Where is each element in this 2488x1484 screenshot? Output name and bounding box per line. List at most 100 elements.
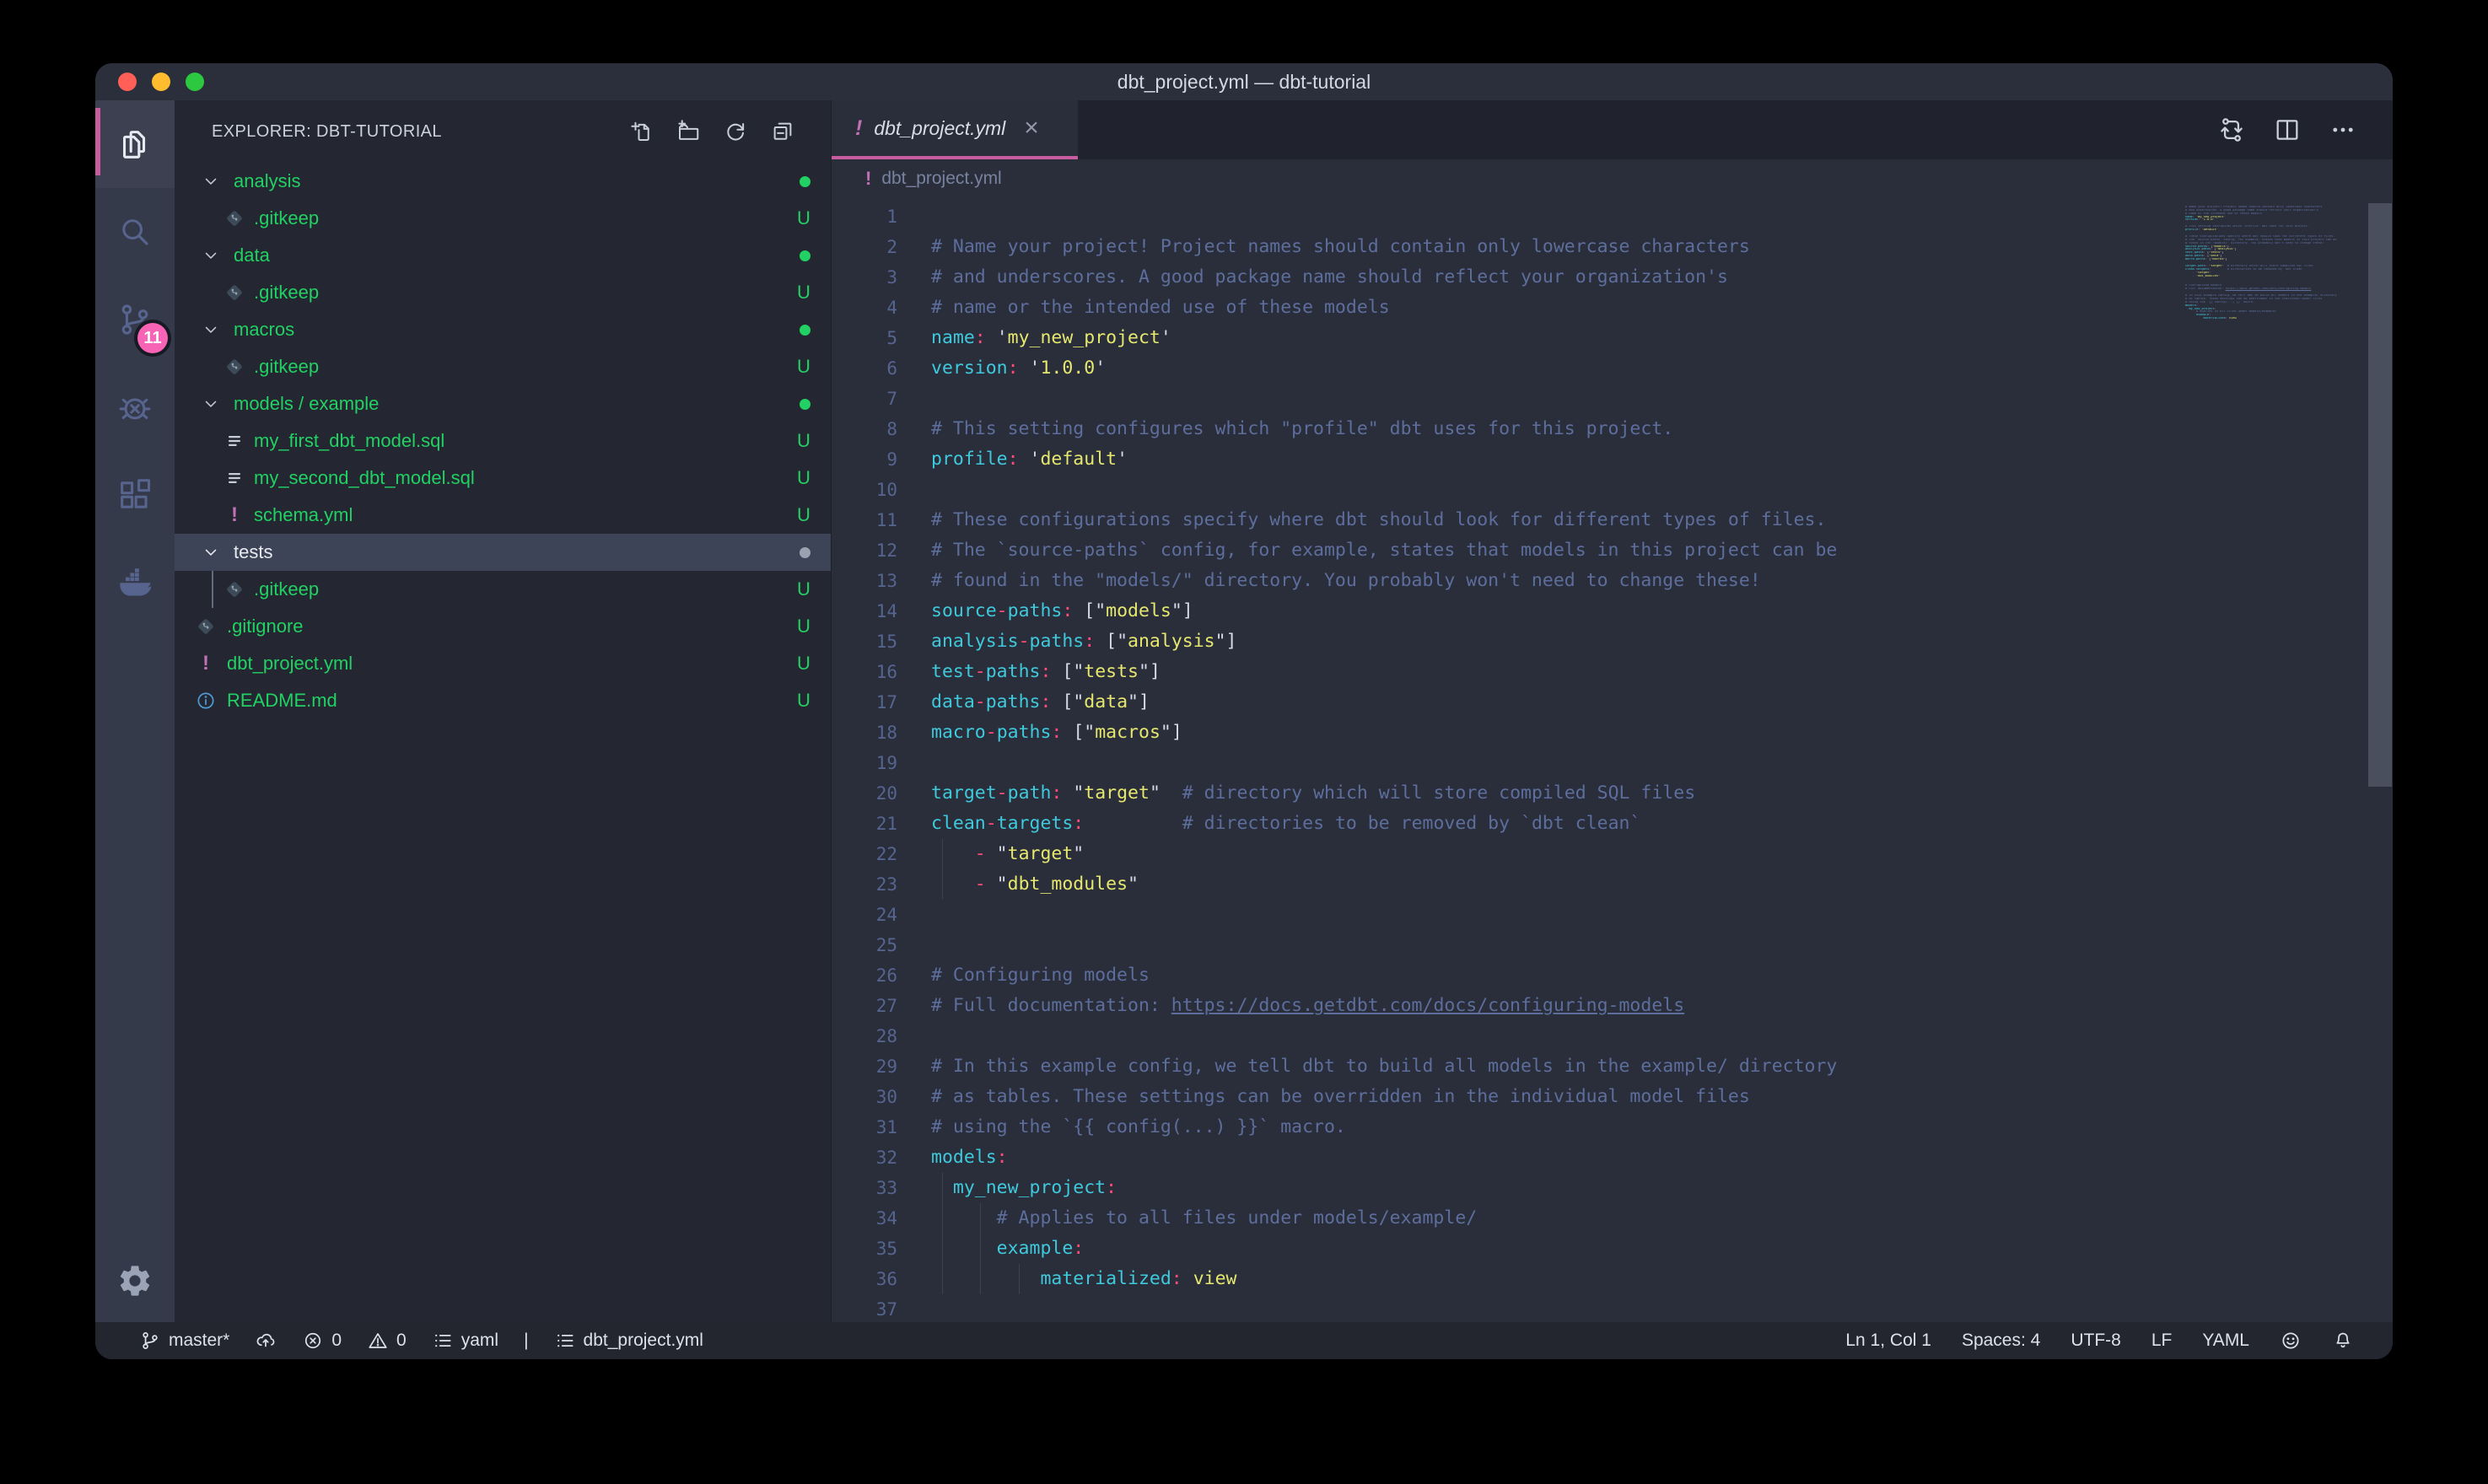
tab-dbt-project-yml[interactable]: ! dbt_project.yml × — [832, 100, 1078, 159]
settings-button[interactable] — [95, 1239, 175, 1322]
status-label: 0 — [331, 1331, 342, 1351]
status-language-mode[interactable]: YAML — [2202, 1331, 2249, 1351]
code-text: # Configuring models — [931, 960, 1150, 991]
file-label: .gitkeep — [254, 348, 319, 385]
activity-item-source-control[interactable]: 11 — [95, 276, 175, 363]
code-line: 29# In this example config, we tell dbt … — [832, 1051, 2393, 1082]
tree-item-data[interactable]: data — [175, 237, 831, 274]
scrollbar-thumb[interactable] — [2368, 203, 2392, 787]
tree-item-gitkeep[interactable]: .gitkeepU — [175, 274, 831, 311]
editor-scrollbar[interactable] — [2368, 198, 2393, 1322]
file-label: README.md — [227, 682, 337, 719]
git-untracked-badge: U — [792, 200, 816, 237]
docker-icon — [116, 563, 154, 602]
code-text: # name or the intended use of these mode… — [931, 293, 1390, 323]
tree-item-my-first-dbt-model-sql[interactable]: my_first_dbt_model.sqlU — [175, 422, 831, 460]
code-line: 31# using the `{{ config(...) }}` macro. — [832, 1112, 2393, 1143]
tree-item-gitkeep[interactable]: .gitkeepU — [175, 200, 831, 237]
minimap[interactable]: # Name your project! Project names shoul… — [2185, 202, 2364, 324]
code-line: 2# Name your project! Project names shou… — [832, 232, 2393, 262]
line-number: 25 — [832, 930, 897, 960]
activity-item-run-and-debug[interactable] — [95, 363, 175, 451]
code-line: 36 materialized: view — [832, 1264, 2393, 1294]
git-diamond-icon — [195, 616, 217, 637]
git-untracked-badge: U — [792, 460, 816, 497]
activity-item-explorer[interactable] — [95, 100, 175, 188]
folder-label: macros — [234, 311, 294, 348]
status-outline-file[interactable]: dbt_project.yml — [554, 1330, 703, 1352]
code-line: 23 - "dbt_modules" — [832, 869, 2393, 900]
tree-item-models-example[interactable]: models / example — [175, 385, 831, 422]
activity-item-docker[interactable] — [95, 539, 175, 626]
file-label: .gitkeep — [254, 274, 319, 311]
code-text: # Full documentation: https://docs.getdb… — [931, 991, 1684, 1021]
tree-item-gitignore[interactable]: .gitignoreU — [175, 608, 831, 645]
status-indentation[interactable]: Spaces: 4 — [1962, 1331, 2040, 1351]
line-number: 17 — [832, 687, 897, 718]
close-window-button[interactable] — [118, 73, 137, 91]
explorer-sidebar: EXPLORER: DBT-TUTORIAL analysis.gitkeepU… — [175, 100, 832, 1322]
tree-item-schema-yml[interactable]: !schema.ymlU — [175, 497, 831, 534]
status-encoding[interactable]: UTF-8 — [2071, 1331, 2121, 1351]
code-text: - "dbt_modules" — [931, 869, 1139, 900]
status-eol[interactable]: LF — [2151, 1331, 2173, 1351]
git-untracked-badge: U — [792, 497, 816, 534]
tree-item-analysis[interactable]: analysis — [175, 163, 831, 200]
code-editor[interactable]: 12# Name your project! Project names sho… — [832, 198, 2393, 1322]
collapse-folders-button[interactable] — [770, 119, 795, 144]
titlebar[interactable]: dbt_project.yml — dbt-tutorial — [95, 63, 2393, 100]
line-number: 16 — [832, 657, 897, 687]
code-text: version: '1.0.0' — [931, 353, 1106, 384]
code-text: # Applies to all files under models/exam… — [931, 1203, 1477, 1234]
line-number: 26 — [832, 960, 897, 991]
error-circle-icon — [302, 1330, 324, 1352]
code-text: # In this example config, we tell dbt to… — [931, 1051, 1837, 1082]
status-errors[interactable]: 0 — [302, 1330, 342, 1352]
status-label: LF — [2151, 1331, 2173, 1351]
code-line: 8# This setting configures which "profil… — [832, 414, 2393, 444]
status-sync[interactable] — [255, 1330, 277, 1352]
tree-item-gitkeep[interactable]: .gitkeepU — [175, 348, 831, 385]
file-label: dbt_project.yml — [227, 645, 353, 682]
code-line: 13# found in the "models/" directory. Yo… — [832, 566, 2393, 596]
new-file-button[interactable] — [628, 119, 654, 144]
activity-bar: 11 — [95, 100, 175, 1322]
git-untracked-badge: U — [792, 571, 816, 608]
tree-item-dbt-project-yml[interactable]: !dbt_project.ymlU — [175, 645, 831, 682]
code-line: 21clean-targets: # directories to be rem… — [832, 809, 2393, 839]
tree-item-my-second-dbt-model-sql[interactable]: my_second_dbt_model.sql U — [175, 460, 831, 497]
breadcrumb[interactable]: ! dbt_project.yml — [832, 159, 2393, 198]
status-git-branch[interactable]: master* — [139, 1330, 229, 1352]
status-notifications[interactable] — [2332, 1330, 2354, 1352]
status-outline-yaml[interactable]: yaml — [432, 1330, 498, 1352]
status-warnings[interactable]: 0 — [367, 1330, 407, 1352]
status-feedback[interactable] — [2280, 1330, 2302, 1352]
open-changes-button[interactable] — [2217, 116, 2246, 144]
line-number: 4 — [832, 293, 897, 323]
line-number: 37 — [832, 1294, 897, 1322]
zoom-window-button[interactable] — [186, 73, 204, 91]
minimize-window-button[interactable] — [152, 73, 170, 91]
file-label: my_second_dbt_model.sql — [254, 460, 475, 497]
activity-item-extensions[interactable] — [95, 451, 175, 539]
status-cursor-position[interactable]: Ln 1, Col 1 — [1845, 1331, 1931, 1351]
indent-guide — [212, 571, 213, 608]
more-actions-button[interactable] — [2329, 116, 2357, 144]
code-line: 24 — [832, 900, 2393, 930]
tree-item-gitkeep[interactable]: .gitkeepU — [175, 571, 831, 608]
breadcrumb-item-file[interactable]: dbt_project.yml — [881, 169, 1001, 189]
tree-item-macros[interactable]: macros — [175, 311, 831, 348]
tree-item-tests[interactable]: tests — [175, 534, 831, 571]
git-untracked-badge: U — [792, 422, 816, 460]
split-editor-button[interactable] — [2273, 116, 2302, 144]
activity-item-search[interactable] — [95, 188, 175, 276]
tree-item-readme-md[interactable]: README.mdU — [175, 682, 831, 719]
close-tab-icon[interactable]: × — [1024, 116, 1039, 141]
refresh-explorer-button[interactable] — [723, 119, 748, 144]
code-line: 17data-paths: ["data"] — [832, 687, 2393, 718]
chevron-down-icon — [202, 395, 220, 413]
code-line: 37 — [832, 1294, 2393, 1322]
code-line: 12# The `source-paths` config, for examp… — [832, 535, 2393, 566]
status-separator: | — [524, 1331, 528, 1351]
new-folder-button[interactable] — [676, 119, 701, 144]
